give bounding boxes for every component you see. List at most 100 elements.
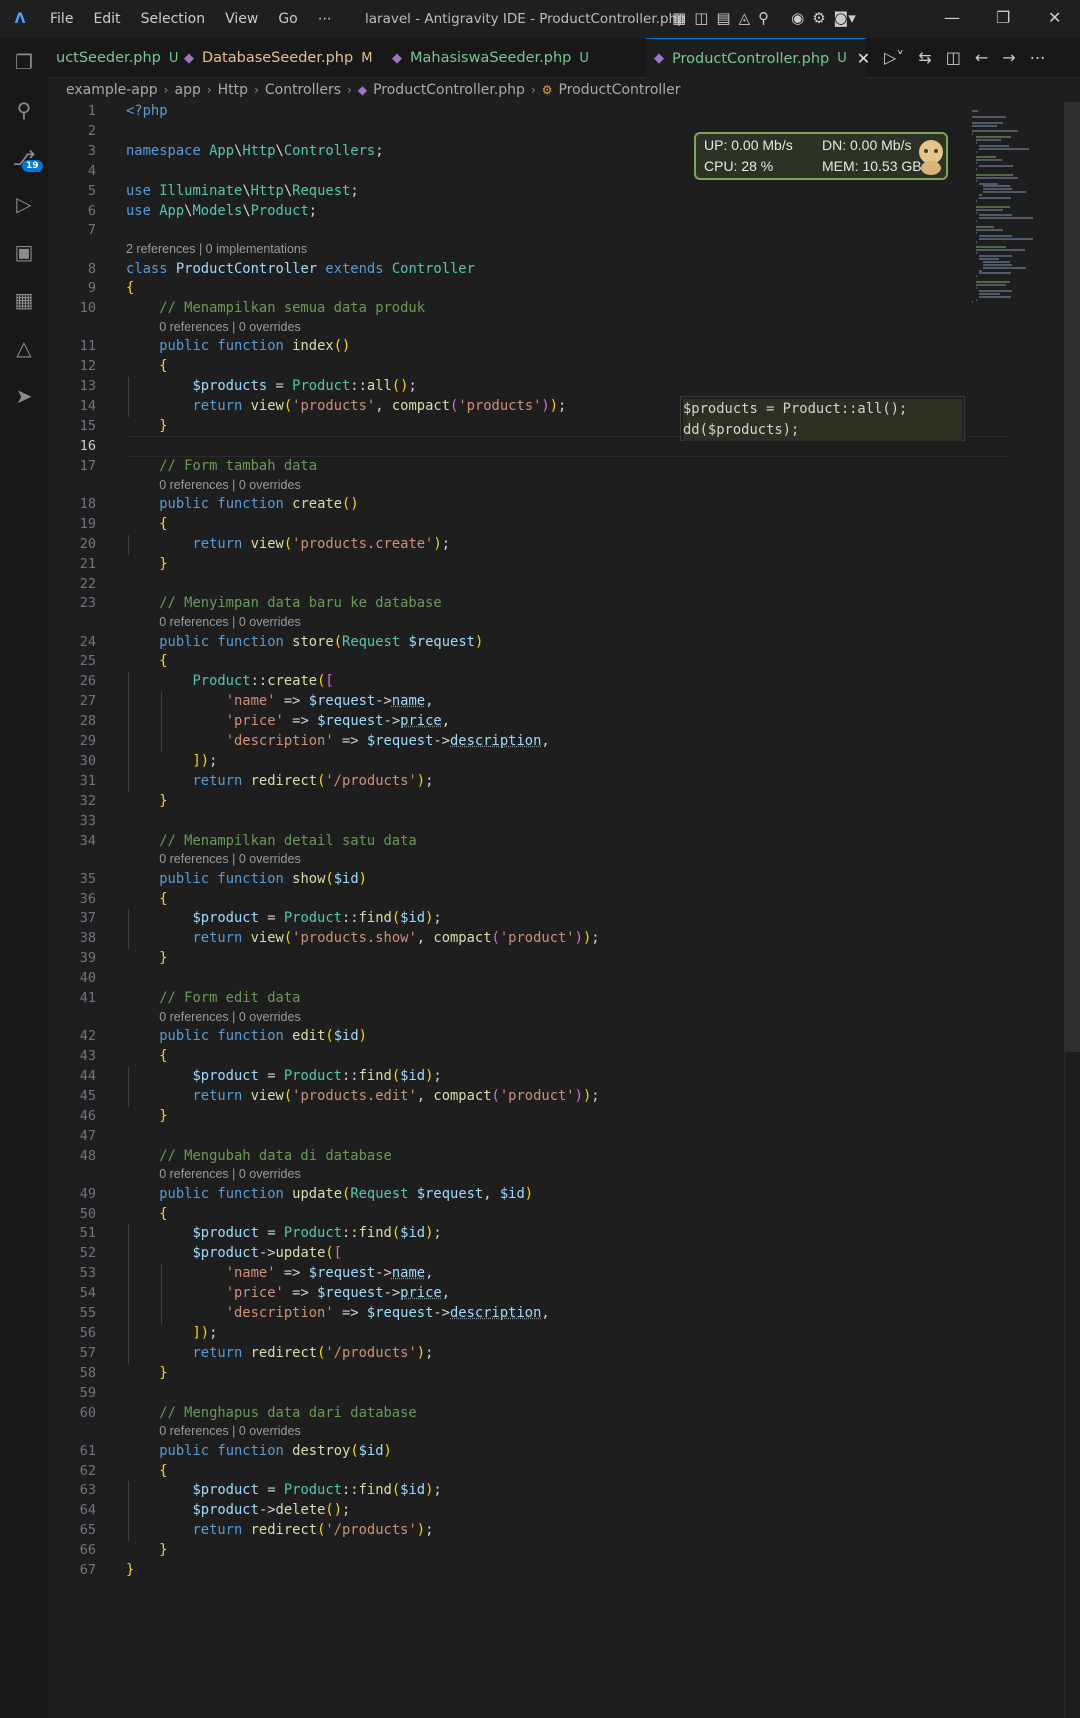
- breadcrumb-item[interactable]: Http: [218, 82, 248, 98]
- breadcrumb-item[interactable]: app: [174, 82, 200, 98]
- code-line[interactable]: {: [126, 1462, 167, 1482]
- search-icon[interactable]: ⚲: [12, 98, 36, 122]
- code-line[interactable]: public function show($id): [126, 870, 367, 890]
- code-line[interactable]: }: [126, 1561, 134, 1581]
- menu-edit[interactable]: Edit: [83, 11, 130, 27]
- code-line[interactable]: 'description' => $request->description,: [126, 1304, 550, 1324]
- code-lens[interactable]: 0 references | 0 overrides: [159, 1424, 301, 1438]
- menu-view[interactable]: View: [215, 11, 268, 27]
- minimize-icon[interactable]: —: [944, 8, 960, 27]
- code-line[interactable]: 'name' => $request->name,: [126, 692, 434, 712]
- code-line[interactable]: }: [126, 1541, 167, 1561]
- search-icon[interactable]: ⚲: [758, 9, 769, 27]
- split-editor-icon[interactable]: ◫: [946, 48, 961, 67]
- remote-explorer-icon[interactable]: ▣: [12, 240, 36, 264]
- menu-selection[interactable]: Selection: [131, 11, 216, 27]
- code-lens[interactable]: 0 references | 0 overrides: [159, 1010, 301, 1024]
- run-icon[interactable]: ▷˅: [884, 48, 904, 67]
- code-line[interactable]: }: [126, 792, 167, 812]
- code-line[interactable]: class ProductController extends Controll…: [126, 260, 475, 280]
- testing-icon[interactable]: △: [12, 336, 36, 360]
- code-line[interactable]: // Menampilkan detail satu data: [126, 832, 417, 852]
- code-line[interactable]: public function index(): [126, 337, 350, 357]
- minimap[interactable]: [964, 102, 1064, 322]
- code-line[interactable]: {: [126, 890, 167, 910]
- code-lens[interactable]: 0 references | 0 overrides: [159, 1167, 301, 1181]
- toggle-sidebar-icon[interactable]: ◫: [694, 9, 708, 27]
- deploy-icon[interactable]: ➤: [12, 384, 36, 408]
- code-line[interactable]: use Illuminate\Http\Request;: [126, 182, 359, 202]
- customize-layout-icon[interactable]: ▦: [672, 9, 686, 27]
- code-line[interactable]: use App\Models\Product;: [126, 202, 317, 222]
- toggle-secondary-sidebar-icon[interactable]: ◬: [739, 9, 751, 27]
- code-line[interactable]: namespace App\Http\Controllers;: [126, 142, 384, 162]
- tab-mahasiswaseeder[interactable]: ◆ MahasiswaSeeder.php U: [384, 38, 596, 78]
- code-line[interactable]: 'name' => $request->name,: [126, 1264, 434, 1284]
- code-line[interactable]: return view('products.edit', compact('pr…: [126, 1087, 599, 1107]
- code-line[interactable]: // Menampilkan semua data produk: [126, 299, 425, 319]
- breadcrumb-item[interactable]: example-app: [66, 82, 158, 98]
- code-line[interactable]: // Form tambah data: [126, 457, 317, 477]
- code-line[interactable]: // Menghapus data dari database: [126, 1404, 417, 1424]
- account-icon[interactable]: ◙▾: [834, 9, 856, 27]
- code-line[interactable]: return view('products', compact('product…: [126, 397, 566, 417]
- code-lens[interactable]: 0 references | 0 overrides: [159, 478, 301, 492]
- code-line[interactable]: $product = Product::find($id);: [126, 909, 441, 929]
- code-lens[interactable]: 2 references | 0 implementations: [126, 242, 307, 256]
- code-line[interactable]: // Menyimpan data baru ke database: [126, 594, 441, 614]
- go-forward-icon[interactable]: →: [1002, 48, 1015, 67]
- go-back-icon[interactable]: ←: [975, 48, 988, 67]
- code-line[interactable]: Product::create([: [126, 672, 333, 692]
- menu-file[interactable]: File: [40, 11, 83, 27]
- code-editor[interactable]: 1 <?php 2 3 namespace App\Http\Controllers; 4…: [48, 102, 1064, 1718]
- code-lens[interactable]: 0 references | 0 overrides: [159, 320, 301, 334]
- code-line[interactable]: {: [126, 279, 134, 299]
- code-line[interactable]: 'price' => $request->price,: [126, 712, 450, 732]
- breadcrumb-item[interactable]: ProductController.php: [373, 82, 525, 98]
- code-line[interactable]: 'price' => $request->price,: [126, 1284, 450, 1304]
- code-line[interactable]: {: [126, 1047, 167, 1067]
- code-line[interactable]: $product->delete();: [126, 1501, 350, 1521]
- code-line[interactable]: return redirect('/products');: [126, 1344, 433, 1364]
- code-line[interactable]: {: [126, 652, 167, 672]
- code-lens[interactable]: 0 references | 0 overrides: [159, 852, 301, 866]
- code-line[interactable]: 'description' => $request->description,: [126, 732, 550, 752]
- code-lens[interactable]: 0 references | 0 overrides: [159, 615, 301, 629]
- code-line[interactable]: public function store(Request $request): [126, 633, 483, 653]
- code-line[interactable]: // Form edit data: [126, 989, 300, 1009]
- close-window-icon[interactable]: ✕: [1048, 8, 1061, 27]
- code-line[interactable]: $product = Product::find($id);: [126, 1224, 441, 1244]
- breadcrumb-item[interactable]: Controllers: [265, 82, 341, 98]
- code-line[interactable]: }: [126, 1364, 167, 1384]
- code-line[interactable]: $product = Product::find($id);: [126, 1481, 441, 1501]
- code-line[interactable]: }: [126, 555, 167, 575]
- restore-icon[interactable]: ❐: [996, 8, 1010, 27]
- code-line[interactable]: return view('products.show', compact('pr…: [126, 929, 599, 949]
- code-line[interactable]: {: [126, 357, 167, 377]
- extensions-icon[interactable]: ▦: [12, 288, 36, 312]
- menu-go[interactable]: Go: [268, 11, 307, 27]
- inline-suggestion-panel[interactable]: $products = Product::all(); dd($products…: [680, 396, 965, 441]
- code-line[interactable]: <?php: [126, 102, 168, 122]
- code-line[interactable]: {: [126, 1205, 167, 1225]
- breadcrumb-item[interactable]: ProductController: [559, 82, 681, 98]
- scrollbar-thumb[interactable]: [1064, 102, 1080, 1052]
- code-line[interactable]: public function destroy($id): [126, 1442, 392, 1462]
- browser-icon[interactable]: ◉: [791, 9, 804, 27]
- code-line[interactable]: public function update(Request $request,…: [126, 1185, 533, 1205]
- compare-changes-icon[interactable]: ⇆: [918, 48, 931, 67]
- code-line[interactable]: }: [126, 949, 167, 969]
- code-line[interactable]: }: [126, 1107, 167, 1127]
- menu-more[interactable]: ⋯: [308, 11, 342, 27]
- code-line[interactable]: return redirect('/products');: [126, 772, 433, 792]
- code-line[interactable]: return view('products.create');: [126, 535, 450, 555]
- code-line[interactable]: {: [126, 515, 167, 535]
- code-line[interactable]: $products = Product::all();: [126, 377, 416, 397]
- tab-databaseseeder[interactable]: ◆ DatabaseSeeder.php M: [176, 38, 384, 78]
- tab-close-icon[interactable]: ✕: [857, 49, 870, 68]
- code-line[interactable]: public function edit($id): [126, 1027, 367, 1047]
- code-line[interactable]: }: [126, 417, 167, 437]
- toggle-panel-icon[interactable]: ▤: [716, 9, 730, 27]
- explorer-icon[interactable]: ❐: [12, 50, 36, 74]
- settings-gear-icon[interactable]: ⚙: [812, 9, 825, 27]
